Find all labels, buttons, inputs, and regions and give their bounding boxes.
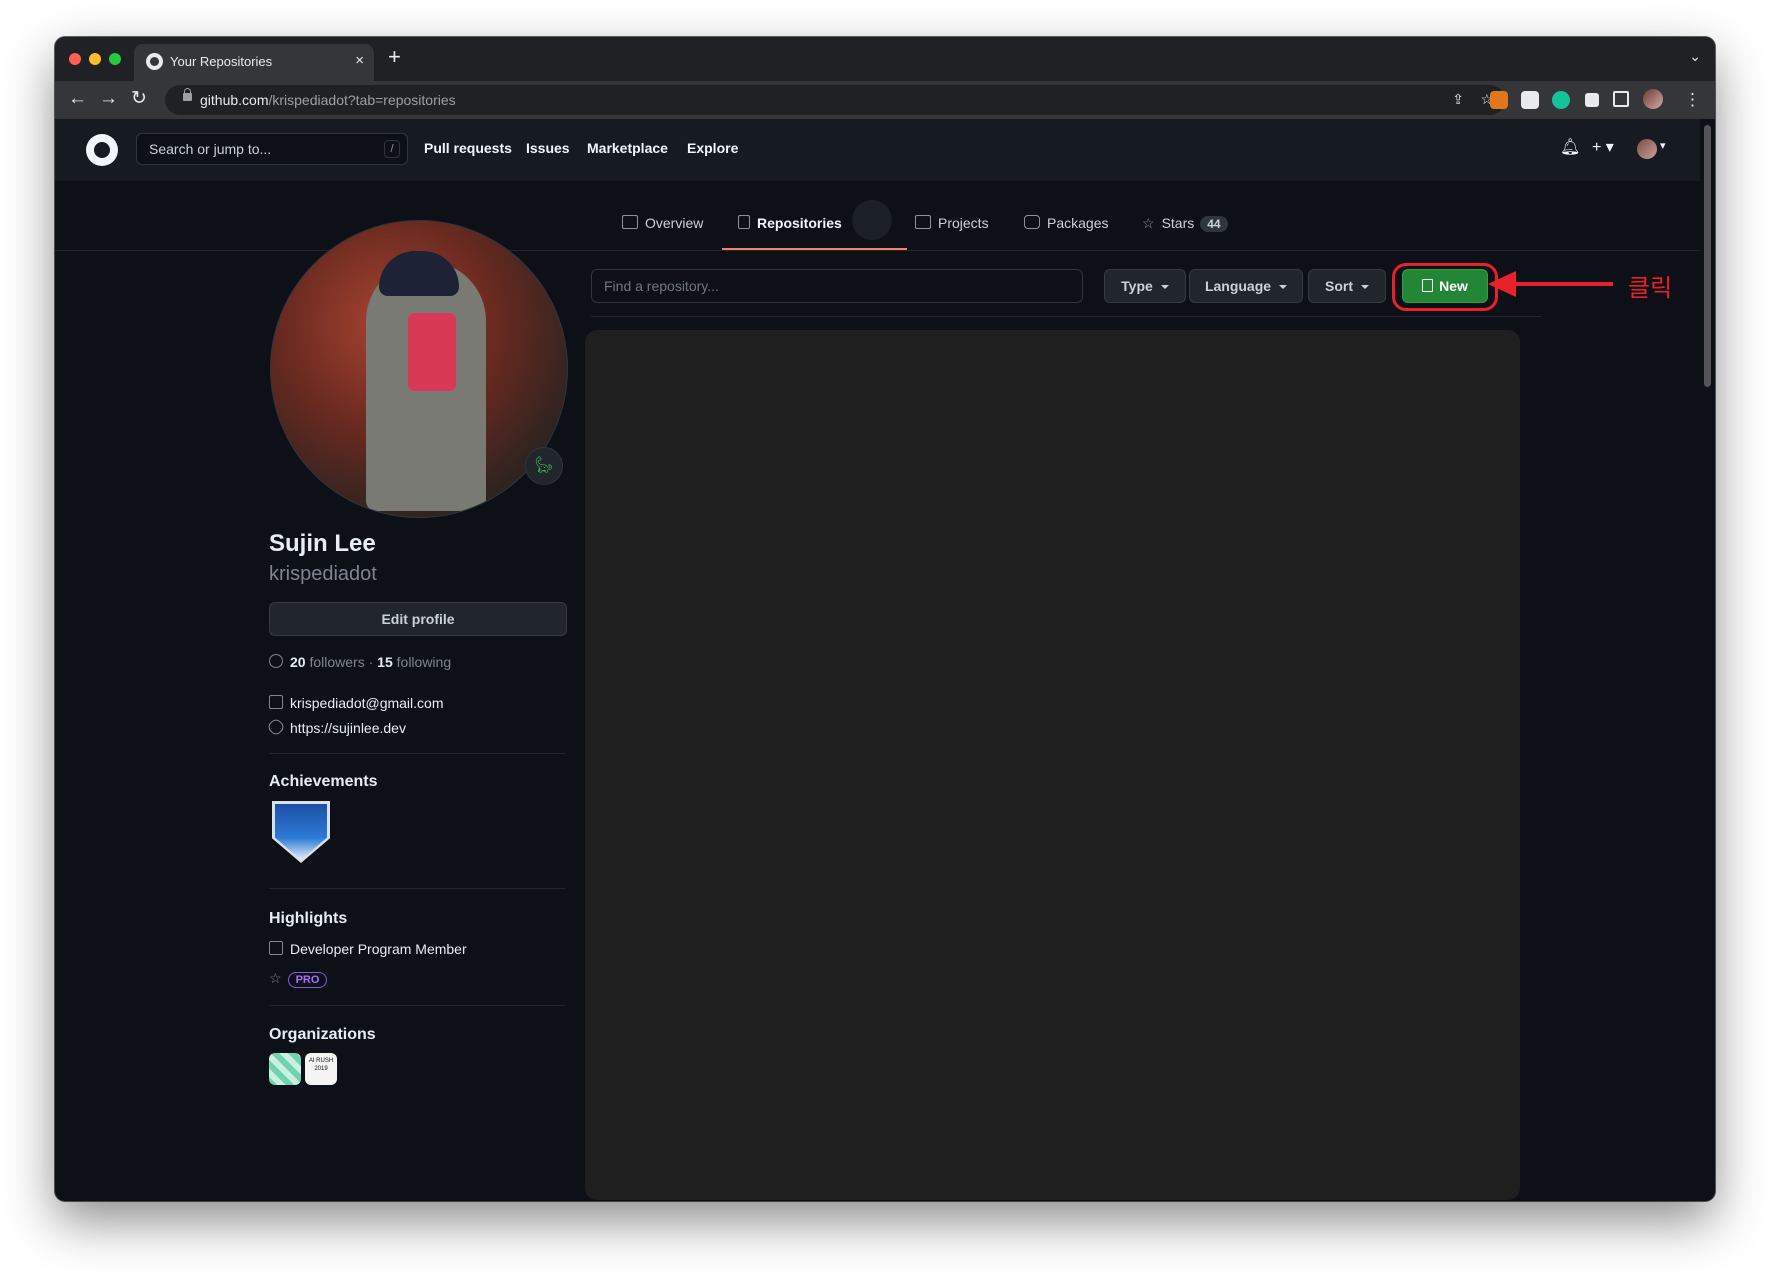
annotation-text: 클릭 xyxy=(1628,274,1673,302)
address-bar[interactable]: github.com/krispediadot?tab=repositories… xyxy=(165,85,1505,115)
back-button[interactable]: ← xyxy=(68,88,87,110)
organization-avatar-1[interactable] xyxy=(269,1053,301,1085)
tabs-divider xyxy=(55,250,1700,251)
repository-list-placeholder xyxy=(585,330,1520,1200)
grammarly-extension-icon[interactable] xyxy=(1552,91,1570,109)
highlights-title: Highlights xyxy=(269,910,348,927)
nav-explore[interactable]: Explore xyxy=(687,140,738,156)
developer-program-highlight: Developer Program Member xyxy=(269,941,467,957)
following-link[interactable]: 15 following xyxy=(377,654,451,670)
star-icon: ☆ xyxy=(269,970,282,986)
divider xyxy=(269,888,565,889)
repo-icon xyxy=(738,215,750,229)
pro-badge: PRO xyxy=(287,972,328,988)
cursor-hover-highlight xyxy=(852,200,892,240)
profile-avatar[interactable] xyxy=(1643,89,1663,109)
search-shortcut-key: / xyxy=(384,140,400,158)
sort-dropdown[interactable]: Sort xyxy=(1308,269,1386,303)
avatar-photo-cap xyxy=(379,251,459,296)
nav-pull-requests[interactable]: Pull requests xyxy=(424,140,512,156)
edit-profile-button[interactable]: Edit profile xyxy=(269,602,567,636)
cpu-icon xyxy=(269,941,283,955)
browser-window: Your Repositories × + ⌄ ← → ↻ github.com… xyxy=(55,37,1715,1201)
find-repository-input[interactable]: Find a repository... xyxy=(591,269,1083,303)
profile-login: krispediadot xyxy=(269,563,377,585)
chevron-down-icon[interactable]: ▾ xyxy=(1660,139,1666,152)
followers-link[interactable]: 20 followers xyxy=(290,654,365,670)
tab-strip: Your Repositories × + ⌄ xyxy=(55,37,1715,81)
annotation-arrow xyxy=(1515,282,1613,286)
tab-list-button[interactable]: ⌄ xyxy=(1689,48,1701,65)
achievement-badge[interactable] xyxy=(275,804,327,860)
organization-avatar-2[interactable]: AI RUSH 2019 xyxy=(305,1053,337,1085)
annotation-highlight-circle xyxy=(1392,263,1498,311)
minimize-window-button[interactable] xyxy=(89,53,101,65)
maximize-window-button[interactable] xyxy=(109,53,121,65)
scrollbar-thumb[interactable] xyxy=(1704,125,1711,387)
plus-icon[interactable]: + ▾ xyxy=(1592,137,1614,157)
tab-overview[interactable]: Overview xyxy=(622,215,703,231)
divider xyxy=(269,753,565,754)
chevron-down-icon xyxy=(1361,285,1369,289)
url-text[interactable]: github.com/krispediadot?tab=repositories xyxy=(200,92,456,108)
browser-tab[interactable]: Your Repositories × xyxy=(134,44,374,81)
pro-highlight: ☆ PRO xyxy=(269,970,328,988)
nav-marketplace[interactable]: Marketplace xyxy=(587,140,668,156)
search-input[interactable]: Search or jump to... / xyxy=(136,133,408,165)
chevron-down-icon xyxy=(1160,285,1169,289)
link-icon xyxy=(266,717,286,737)
tab-title: Your Repositories xyxy=(170,54,273,69)
new-tab-button[interactable]: + xyxy=(388,46,401,68)
follow-stats: 20 followers · 15 following xyxy=(269,654,451,670)
annotation-arrow-head xyxy=(1488,271,1516,297)
organizations-title: Organizations xyxy=(269,1026,376,1043)
forward-button[interactable]: → xyxy=(99,88,118,110)
github-logo-icon[interactable] xyxy=(86,134,118,166)
github-favicon-icon xyxy=(146,53,163,70)
page-scrollbar[interactable] xyxy=(1700,119,1715,1201)
divider xyxy=(269,1005,565,1006)
stars-counter: 44 xyxy=(1200,216,1228,232)
browser-toolbar: ← → ↻ github.com/krispediadot?tab=reposi… xyxy=(55,81,1715,119)
close-window-button[interactable] xyxy=(69,53,81,65)
browser-menu-button[interactable]: ⋮ xyxy=(1684,89,1701,111)
avatar-photo-cup xyxy=(408,313,456,391)
tab-repositories[interactable]: Repositories xyxy=(738,215,842,231)
lock-icon xyxy=(183,88,192,101)
status-emoji[interactable]: 🦕︎ xyxy=(525,447,563,485)
people-icon xyxy=(269,654,283,668)
side-panel-icon[interactable] xyxy=(1613,91,1629,107)
tab-projects[interactable]: Projects xyxy=(915,215,989,231)
mail-icon xyxy=(269,695,283,709)
extensions-puzzle-icon[interactable] xyxy=(1585,93,1599,107)
github-header: Search or jump to... / Pull requests Iss… xyxy=(55,119,1700,181)
language-filter-dropdown[interactable]: Language xyxy=(1189,269,1303,303)
avatar[interactable] xyxy=(1637,139,1657,159)
share-icon[interactable]: ⇪ xyxy=(1452,91,1464,108)
email-link[interactable]: krispediadot@gmail.com xyxy=(269,695,444,711)
project-icon xyxy=(915,215,931,229)
profile-name: Sujin Lee xyxy=(269,530,376,557)
achievements-title: Achievements xyxy=(269,773,378,790)
book-icon xyxy=(622,215,638,229)
chevron-down-icon xyxy=(1279,285,1288,289)
nav-issues[interactable]: Issues xyxy=(526,140,570,156)
tab-stars[interactable]: ☆ Stars 44 xyxy=(1142,215,1228,232)
bell-icon[interactable]: 🔔︎ xyxy=(1560,137,1580,157)
close-icon[interactable]: × xyxy=(355,52,364,69)
tab-packages[interactable]: Packages xyxy=(1024,215,1108,231)
package-icon xyxy=(1024,215,1040,229)
controls-divider xyxy=(591,316,1541,317)
reload-button[interactable]: ↻ xyxy=(131,88,147,110)
star-icon: ☆ xyxy=(1142,215,1155,231)
profile-avatar-large[interactable] xyxy=(270,220,568,518)
notion-extension-icon[interactable] xyxy=(1521,91,1539,109)
metamask-extension-icon[interactable] xyxy=(1490,91,1508,109)
type-filter-dropdown[interactable]: Type xyxy=(1104,269,1186,303)
website-link[interactable]: https://sujinlee.dev xyxy=(266,717,406,737)
